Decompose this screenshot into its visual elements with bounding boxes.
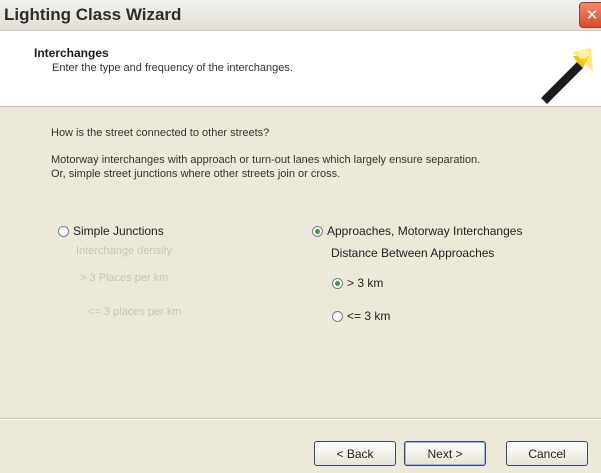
next-button[interactable]: Next >: [404, 441, 486, 466]
radio-indicator: [332, 310, 343, 322]
question-text: How is the street connected to other str…: [51, 127, 270, 139]
distance-le-3km-label: <= 3 km: [347, 309, 391, 323]
radio-indicator: [332, 277, 343, 289]
simple-junctions-label: Simple Junctions: [73, 224, 164, 238]
distance-le-3km-radio[interactable]: <= 3 km: [332, 309, 390, 323]
distance-gt-3km-radio[interactable]: > 3 km: [332, 276, 383, 290]
footer-separator: [0, 418, 601, 420]
simple-junctions-radio[interactable]: Simple Junctions: [58, 224, 164, 238]
description-line-1: Motorway interchanges with approach or t…: [51, 154, 481, 166]
wizard-wand-icon: [541, 48, 593, 104]
simple-option-2-label: <= 3 places per km: [88, 306, 182, 318]
close-icon[interactable]: ✕: [579, 2, 601, 28]
simple-option-1: > 3 Places per km: [80, 272, 168, 284]
simple-option-2: <= 3 places per km: [88, 306, 182, 318]
description-line-2: Or, simple street junctions where other …: [51, 168, 341, 180]
wizard-window: Lighting Class Wizard ✕ Interchanges Ent…: [0, 0, 601, 473]
page-subtitle: Enter the type and frequency of the inte…: [52, 62, 293, 74]
approaches-label: Approaches, Motorway Interchanges: [327, 224, 523, 238]
approaches-radio[interactable]: Approaches, Motorway Interchanges: [312, 224, 522, 238]
distance-between-approaches-label: Distance Between Approaches: [331, 246, 495, 260]
distance-gt-3km-label: > 3 km: [347, 276, 384, 290]
interchange-density-label: Interchange density: [76, 245, 173, 257]
radio-indicator: [58, 225, 69, 237]
title-bar: Lighting Class Wizard ✕: [0, 0, 601, 31]
radio-indicator: [312, 225, 323, 237]
simple-option-1-label: > 3 Places per km: [80, 272, 169, 284]
page-title: Interchanges: [34, 46, 109, 60]
cancel-button[interactable]: Cancel: [506, 441, 588, 466]
window-title: Lighting Class Wizard: [4, 5, 182, 24]
back-button[interactable]: < Back: [314, 441, 396, 466]
